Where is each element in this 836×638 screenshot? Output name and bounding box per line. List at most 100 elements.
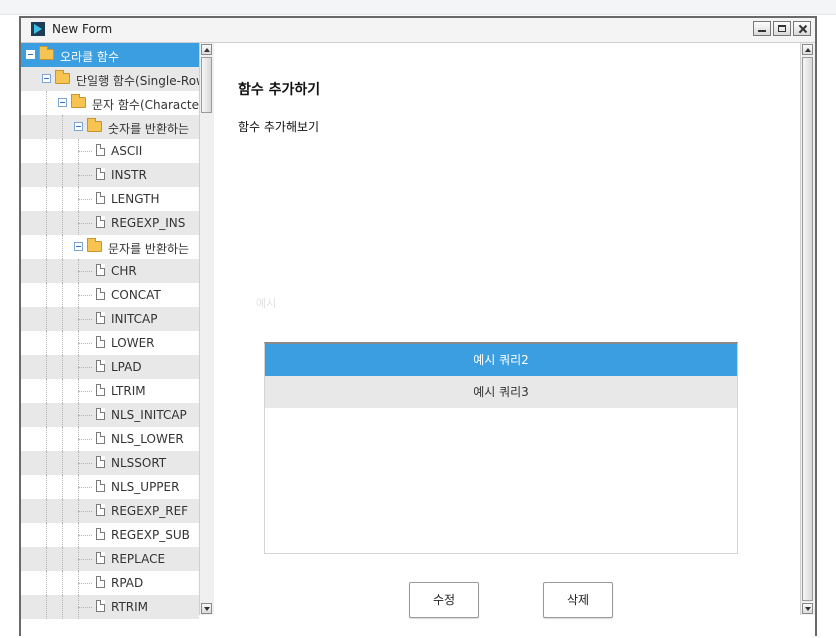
- tree-scroll-down-icon[interactable]: [201, 603, 212, 614]
- tree-leaf-node[interactable]: NLS_INITCAP: [21, 403, 199, 427]
- query-item[interactable]: 예시 쿼리3: [265, 376, 737, 408]
- tree-node-label: REGEXP_INS: [111, 216, 186, 230]
- tree-leaf-node[interactable]: RPAD: [21, 571, 199, 595]
- browser-top-strip: [0, 0, 836, 15]
- document-icon: [96, 528, 105, 540]
- tree-guide-line: [62, 523, 63, 547]
- document-icon: [96, 576, 105, 588]
- tree-guide-line: [78, 439, 92, 440]
- tree-folder-node[interactable]: 숫자를 반환하는: [21, 115, 199, 139]
- tree-leaf-node[interactable]: INSTR: [21, 163, 199, 187]
- tree-guide-line: [46, 547, 47, 571]
- tree-guide-line: [78, 151, 92, 152]
- tree-folder-node[interactable]: 문자 함수(Characte: [21, 91, 199, 115]
- tree-guide-line: [62, 355, 63, 379]
- main-scroll-up-icon[interactable]: [802, 44, 813, 55]
- collapse-toggle-icon[interactable]: [42, 74, 51, 83]
- collapse-toggle-icon[interactable]: [26, 50, 35, 59]
- document-icon: [96, 264, 105, 276]
- main-scroll-down-icon[interactable]: [802, 603, 813, 614]
- tree-leaf-node[interactable]: INITCAP: [21, 307, 199, 331]
- document-icon: [96, 360, 105, 372]
- document-icon: [96, 408, 105, 420]
- tree-leaf-node[interactable]: LENGTH: [21, 187, 199, 211]
- tree-guide-line: [62, 403, 63, 427]
- tree-leaf-node[interactable]: REGEXP_INS: [21, 211, 199, 235]
- tree-guide-line: [62, 115, 63, 139]
- maximize-button[interactable]: [773, 21, 791, 36]
- document-icon: [96, 552, 105, 564]
- tree-guide-line: [62, 475, 63, 499]
- tree-guide-line: [46, 355, 47, 379]
- tree-guide-line: [62, 163, 63, 187]
- tree-node-label: NLSSORT: [111, 456, 167, 470]
- tree-leaf-node[interactable]: NLS_UPPER: [21, 475, 199, 499]
- tree-guide-line: [78, 175, 92, 176]
- tree-node-label: LOWER: [111, 336, 155, 350]
- app-icon: [31, 22, 45, 36]
- function-tree[interactable]: 오라클 함수단일행 함수(Single-Row 문자 함수(Characte 숫자를…: [21, 43, 199, 638]
- query-item[interactable]: 예시 쿼리2: [265, 344, 737, 376]
- collapse-toggle-icon[interactable]: [58, 98, 67, 107]
- tree-guide-line: [62, 283, 63, 307]
- tree-leaf-node[interactable]: RTRIM: [21, 595, 199, 619]
- tree-leaf-node[interactable]: ASCII: [21, 139, 199, 163]
- tree-guide-line: [78, 583, 92, 584]
- folder-open-icon: [39, 46, 54, 60]
- tree-guide-line: [46, 187, 47, 211]
- tree-leaf-node[interactable]: LOWER: [21, 331, 199, 355]
- tree-guide-line: [46, 475, 47, 499]
- document-icon: [96, 144, 105, 156]
- tree-guide-line: [46, 139, 47, 163]
- tree-leaf-node[interactable]: LPAD: [21, 355, 199, 379]
- document-icon: [96, 456, 105, 468]
- minimize-button[interactable]: [753, 21, 771, 36]
- tree-guide-line: [46, 403, 47, 427]
- tree-leaf-node[interactable]: CONCAT: [21, 283, 199, 307]
- tree-guide-line: [46, 259, 47, 283]
- tree-guide-line: [46, 379, 47, 403]
- query-list[interactable]: 예시 쿼리2 예시 쿼리3: [264, 342, 738, 554]
- collapse-toggle-icon[interactable]: [74, 242, 83, 251]
- tree-guide-line: [78, 511, 92, 512]
- tree-folder-node[interactable]: 문자를 반환하는: [21, 235, 199, 259]
- title-bar[interactable]: New Form: [21, 18, 815, 43]
- document-icon: [96, 600, 105, 612]
- tree-leaf-node[interactable]: REGEXP_REF: [21, 499, 199, 523]
- collapse-toggle-icon[interactable]: [74, 122, 83, 131]
- detail-panel: 함수 추가하기 함수 추가해보기 예시 예시 쿼리2 예시 쿼리3 수정 삭제: [214, 43, 804, 638]
- tree-scroll-up-icon[interactable]: [201, 44, 212, 55]
- tree-guide-line: [62, 547, 63, 571]
- tree-node-label: INSTR: [111, 168, 147, 182]
- tree-node-label: 문자 함수(Characte: [92, 98, 199, 112]
- tree-scroll-thumb[interactable]: [201, 57, 212, 113]
- tree-leaf-node[interactable]: NLS_LOWER: [21, 427, 199, 451]
- tree-scrollbar[interactable]: [199, 43, 214, 615]
- tree-guide-line: [78, 199, 92, 200]
- tree-guide-line: [78, 367, 92, 368]
- delete-button[interactable]: 삭제: [543, 582, 613, 618]
- tree-guide-line: [46, 211, 47, 235]
- tree-guide-line: [78, 415, 92, 416]
- tree-node-label: REGEXP_REF: [111, 504, 189, 518]
- tree-leaf-node[interactable]: LTRIM: [21, 379, 199, 403]
- tree-guide-line: [62, 139, 63, 163]
- tree-leaf-node[interactable]: REGEXP_SUB: [21, 523, 199, 547]
- tree-node-label: NLS_INITCAP: [111, 408, 187, 422]
- tree-leaf-node[interactable]: REPLACE: [21, 547, 199, 571]
- tree-guide-line: [78, 223, 92, 224]
- main-scrollbar[interactable]: [800, 43, 815, 615]
- close-button[interactable]: [793, 21, 811, 36]
- tree-leaf-node[interactable]: NLSSORT: [21, 451, 199, 475]
- tree-guide-line: [62, 379, 63, 403]
- main-scroll-thumb[interactable]: [802, 57, 813, 601]
- edit-button[interactable]: 수정: [409, 582, 479, 618]
- tree-node-label: 단일행 함수(Single-Row: [76, 74, 199, 88]
- tree-leaf-node[interactable]: CHR: [21, 259, 199, 283]
- tree-node-label: 오라클 함수: [60, 50, 120, 64]
- tree-folder-node[interactable]: 단일행 함수(Single-Row: [21, 67, 199, 91]
- tree-node-label: LENGTH: [111, 192, 160, 206]
- tree-folder-node[interactable]: 오라클 함수: [21, 43, 199, 67]
- tree-guide-line: [62, 451, 63, 475]
- tree-guide-line: [46, 499, 47, 523]
